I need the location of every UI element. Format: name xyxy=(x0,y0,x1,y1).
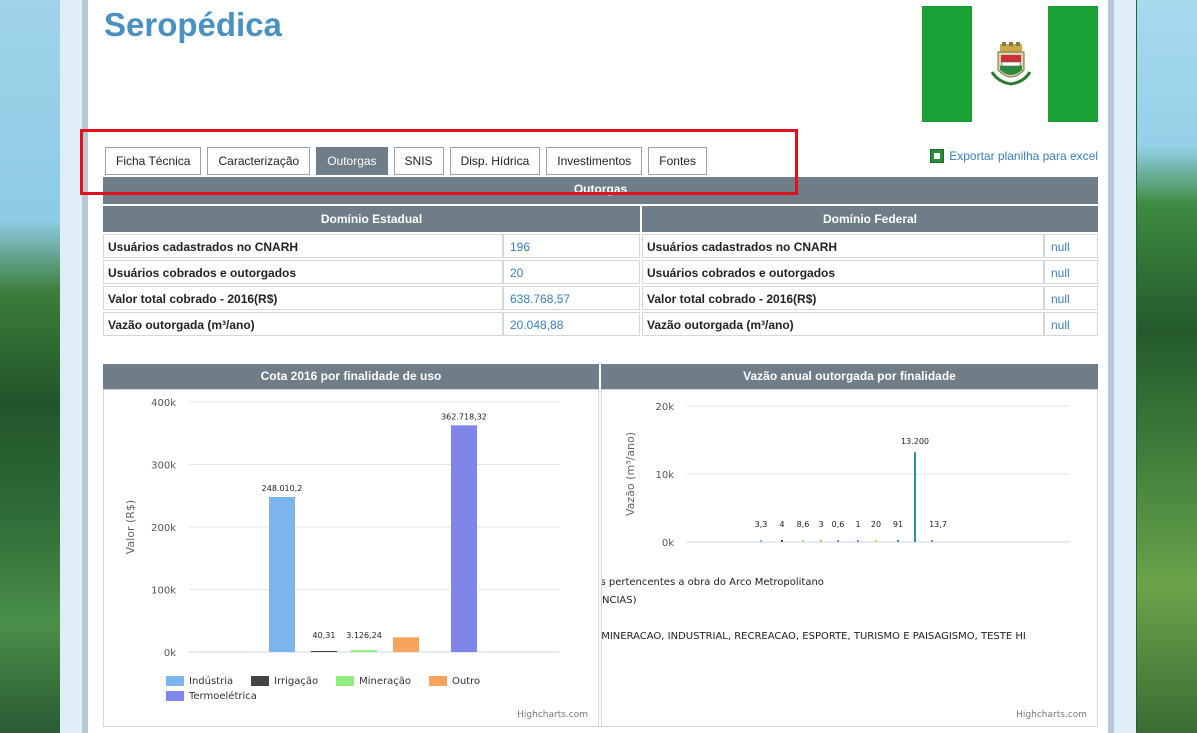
bar xyxy=(931,540,933,542)
estadual-row-value: 20 xyxy=(503,260,640,284)
federal-row-label: Usuários cobrados e outorgados xyxy=(642,260,1044,284)
y-tick-label: 20k xyxy=(655,402,674,413)
legend-label: Irrigação xyxy=(274,675,319,687)
city-flag xyxy=(922,6,1098,122)
estadual-row-label: Usuários cadastrados no CNARH xyxy=(103,234,503,258)
frame-right xyxy=(1112,0,1136,733)
y-tick-label: 100k xyxy=(151,586,176,597)
estadual-row-label: Usuários cobrados e outorgados xyxy=(103,260,503,284)
bar xyxy=(760,540,762,542)
legend-swatch xyxy=(251,676,270,686)
bar xyxy=(875,540,877,542)
chart-left-legend: Indústria Irrigação Mineração Outro Termoelé… xyxy=(166,674,546,704)
bar-mineração xyxy=(351,650,377,652)
bar xyxy=(857,540,859,542)
y-tick-label: 200k xyxy=(151,523,176,534)
y-tick-label: 0k xyxy=(662,538,674,549)
chart-right-plot: 0k 10k 20k Vazão (m³/ano) 3,3 4 8,6 3 0,6 1 20 91 13… xyxy=(624,402,1070,549)
y-tick-label: 0k xyxy=(164,648,176,659)
legend-label: Mineração xyxy=(359,675,412,687)
chart-right-note-3: A, MINERACAO, INDUSTRIAL, RECREACAO, ESP… xyxy=(601,631,1026,642)
estadual-row-value: 196 xyxy=(503,234,640,258)
page-title: Seropédica xyxy=(104,6,282,43)
legend-item[interactable]: Indústria xyxy=(166,674,233,688)
chart-right-note-1: nas pertencentes a obra do Arco Metropol… xyxy=(601,577,824,588)
legend-label: Outro xyxy=(452,675,481,687)
data-label: 3,3 xyxy=(755,520,768,529)
bar-outro xyxy=(393,637,419,652)
legend-swatch xyxy=(166,676,184,686)
data-label: 8,6 xyxy=(797,520,810,529)
estadual-row-label: Vazão outorgada (m³/ano) xyxy=(103,312,503,336)
chart-right-header: Vazão anual outorgada por finalidade xyxy=(601,364,1098,389)
data-label: 248.010,2 xyxy=(262,484,303,493)
frame-left xyxy=(60,0,84,733)
data-label: 40,31 xyxy=(313,631,336,640)
legend-item[interactable]: Irrigação xyxy=(251,674,318,688)
estadual-row-value: 20.048,88 xyxy=(503,312,640,336)
highlight-box xyxy=(80,129,798,195)
y-axis-title: Valor (R$) xyxy=(124,500,137,554)
legend-item[interactable]: Mineração xyxy=(336,674,411,688)
main-page: Seropédica Ficha Técnica Caracterização … xyxy=(80,0,1108,733)
bar-indústria xyxy=(269,496,295,652)
estadual-row-value: 638.768,57 xyxy=(503,286,640,310)
data-label: 1 xyxy=(855,520,860,529)
data-label: 13.200 xyxy=(901,437,929,446)
data-label: 3 xyxy=(818,520,823,529)
data-label: 13,7 xyxy=(929,520,947,529)
data-label: 362.718,32 xyxy=(441,412,487,421)
legend-swatch xyxy=(336,676,355,686)
export-excel-link[interactable]: Exportar planilha para excel xyxy=(930,149,1098,163)
legend-swatch xyxy=(166,691,184,701)
dominio-federal-header: Domínio Federal xyxy=(642,206,1098,232)
background-right xyxy=(1137,0,1197,733)
legend-item[interactable]: Outro xyxy=(429,674,480,688)
data-label: 91 xyxy=(893,520,903,529)
estadual-row-label: Valor total cobrado - 2016(R$) xyxy=(103,286,503,310)
bar xyxy=(781,540,783,542)
legend-item[interactable]: Termoelétrica xyxy=(166,689,257,703)
chart-left-header: Cota 2016 por finalidade de uso xyxy=(103,364,599,389)
bar xyxy=(837,540,839,542)
federal-row-value: null xyxy=(1044,234,1098,258)
bar xyxy=(897,540,899,542)
bar-termoelétrica xyxy=(451,425,477,652)
y-tick-label: 10k xyxy=(655,470,674,481)
chart-right-note-2: DENCIAS) xyxy=(602,595,637,606)
chart-right-credit[interactable]: Highcharts.com xyxy=(1016,710,1087,720)
dominio-estadual-header: Domínio Estadual xyxy=(103,206,640,232)
excel-icon xyxy=(930,149,945,163)
y-tick-label: 300k xyxy=(151,461,176,472)
data-label: 3.126,24 xyxy=(346,631,382,640)
data-label: 20 xyxy=(871,520,881,529)
legend-label: Termoelétrica xyxy=(189,690,257,702)
bar xyxy=(914,452,916,542)
bar-irrigação xyxy=(311,651,337,652)
chart-left-credit[interactable]: Highcharts.com xyxy=(517,710,588,720)
federal-row-value: null xyxy=(1044,260,1098,284)
frame-bar-right xyxy=(1108,0,1114,733)
chart-right: 0k 10k 20k Vazão (m³/ano) 3,3 4 8,6 3 0,6 1 20 91 13… xyxy=(601,389,1098,727)
y-tick-label: 400k xyxy=(151,398,176,409)
export-excel-label: Exportar planilha para excel xyxy=(949,149,1098,163)
federal-row-label: Valor total cobrado - 2016(R$) xyxy=(642,286,1044,310)
background-left xyxy=(0,0,60,733)
legend-swatch xyxy=(429,676,448,686)
federal-row-label: Usuários cadastrados no CNARH xyxy=(642,234,1044,258)
bar xyxy=(820,540,822,542)
legend-label: Indústria xyxy=(189,675,234,687)
bar xyxy=(802,540,804,542)
federal-row-value: null xyxy=(1044,312,1098,336)
data-label: 0,6 xyxy=(832,520,845,529)
chart-left: 0k 100k 200k 300k 400k Valor (R$) 248.010,2 40,… xyxy=(103,389,599,727)
federal-row-label: Vazão outorgada (m³/ano) xyxy=(642,312,1044,336)
y-axis-title: Vazão (m³/ano) xyxy=(624,432,637,516)
coat-of-arms-icon xyxy=(990,42,1032,86)
federal-row-value: null xyxy=(1044,286,1098,310)
data-label: 4 xyxy=(779,520,784,529)
